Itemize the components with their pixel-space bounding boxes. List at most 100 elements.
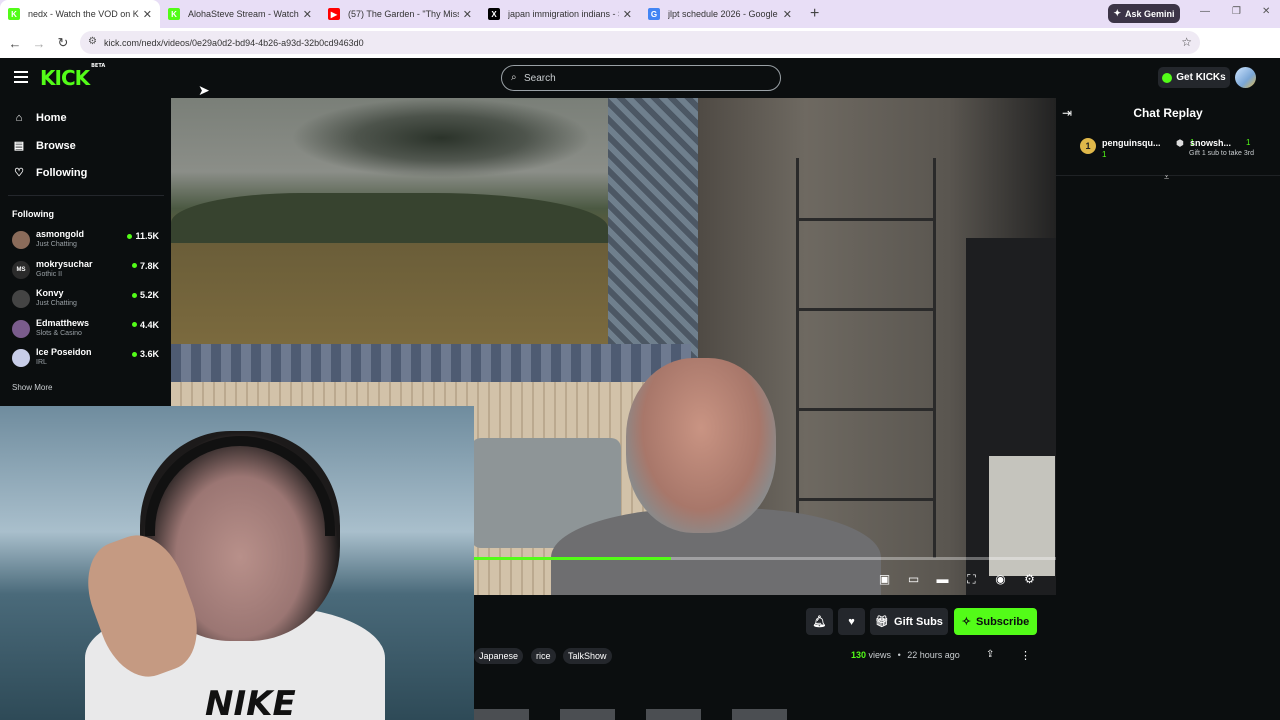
sidebar-item-browse[interactable]: ▤ Browse <box>12 139 76 153</box>
sparkle-icon: ✧ <box>961 616 972 628</box>
vod-thumbnail[interactable] <box>646 709 701 720</box>
settings-icon[interactable]: ⚙ <box>1015 572 1044 587</box>
sidebar-item-following[interactable]: ♡ Following <box>12 166 87 180</box>
tab-favicon-icon: K <box>8 8 20 20</box>
tab-title: nedx - Watch the VOD on Kick <box>28 9 139 19</box>
tab-close-icon[interactable]: ✕ <box>783 8 792 21</box>
autoplay-icon[interactable]: ◉ <box>986 572 1015 587</box>
chat-title: Chat Replay <box>1133 106 1203 120</box>
tab-close-icon[interactable]: ✕ <box>623 8 632 21</box>
top-gifter-card[interactable]: 1 penguinsqu... 1 1 <box>1080 134 1194 164</box>
tag-rice[interactable]: rice <box>531 648 556 664</box>
kick-logo[interactable]: KICK BETA <box>40 63 105 90</box>
site-info-icon[interactable]: ⚙ <box>88 36 97 47</box>
following-heading: Following <box>12 209 54 219</box>
channel-category: Gothic II <box>36 270 63 278</box>
view-count: 130 <box>851 650 867 660</box>
browser-tab[interactable]: Gjlpt schedule 2026 - Google Se ✕ <box>640 0 800 28</box>
reload-icon[interactable]: ↻ <box>51 35 75 51</box>
collapse-chat-icon[interactable]: ⇥ <box>1062 106 1072 120</box>
search-input[interactable]: ⌕ Search <box>501 65 781 91</box>
user-avatar[interactable] <box>1235 67 1256 88</box>
channel-category: Slots & Casino <box>36 329 82 337</box>
restore-icon[interactable]: ❐ <box>1232 6 1241 17</box>
tree-line <box>171 193 608 243</box>
live-dot-icon <box>131 351 137 357</box>
gift-subs-button[interactable]: 🎁︎ Gift Subs <box>870 608 948 635</box>
shirt-logo-text: NIKE <box>205 684 296 720</box>
ask-gemini-button[interactable]: ✦ Ask Gemini <box>1108 4 1180 23</box>
channel-avatar <box>12 231 30 249</box>
follow-heart-button[interactable]: ♥ <box>838 608 865 635</box>
live-dot-icon <box>131 263 137 268</box>
channel-name: mokrysuchar <box>36 258 93 269</box>
tab-close-icon[interactable]: ✕ <box>303 8 312 21</box>
gifter-name: penguinsqu... <box>1102 138 1161 148</box>
mini-player-icon[interactable]: ▬ <box>928 572 957 587</box>
webcam-overlay: NIKE <box>0 406 474 720</box>
followed-channel[interactable]: Edmatthews Slots & Casino 4.4K <box>12 318 162 344</box>
address-bar-row: ← → ↻ ⚙ kick.com/nedx/videos/0e29a0d2-bd… <box>0 28 1280 77</box>
progress-bar[interactable] <box>473 557 1056 560</box>
tag-talkshow[interactable]: TalkShow <box>563 648 612 664</box>
tree-branch <box>291 98 591 178</box>
followed-channel[interactable]: Konvy Just Chatting 5.2K <box>12 288 162 314</box>
tab-title: AlohaSteve Stream - Watch Liv <box>188 9 299 19</box>
vod-thumbnail[interactable] <box>560 709 615 720</box>
get-kicks-label: Get KICKs <box>1176 72 1226 83</box>
second-gifter-card[interactable]: ⬢ snowsh... 1 Gift 1 sub to take 3rd <box>1176 134 1276 164</box>
sidebar-item-label: Home <box>36 112 67 124</box>
vod-thumbnail[interactable] <box>474 709 529 720</box>
browser-tab[interactable]: Xjapan immigration indians - Se ✕ <box>480 0 640 28</box>
metal-shelf <box>796 158 936 558</box>
video-meta: 130 views • 22 hours ago <box>851 650 960 660</box>
channel-name: Konvy <box>36 288 64 298</box>
channel-avatar <box>12 349 30 367</box>
gifter-badge-icon: ⬢ <box>1176 138 1184 148</box>
channel-avatar <box>12 290 30 308</box>
close-window-icon[interactable]: ✕ <box>1262 6 1270 17</box>
share-icon[interactable]: ⇪ <box>986 649 994 660</box>
tag-japanese[interactable]: Japanese <box>474 648 524 664</box>
subscribe-button[interactable]: ✧ Subscribe <box>954 608 1037 635</box>
tab-close-icon[interactable]: ✕ <box>463 8 472 21</box>
theater-icon[interactable]: ▭ <box>899 572 928 587</box>
channel-name: Ice Poseidon <box>36 347 92 357</box>
back-icon[interactable]: ← <box>3 36 27 51</box>
channel-avatar: MS <box>12 260 30 279</box>
hamburger-menu-icon[interactable] <box>14 71 28 86</box>
forward-icon[interactable]: → <box>27 36 51 51</box>
url-field[interactable]: ⚙ kick.com/nedx/videos/0e29a0d2-bd94-4b2… <box>80 31 1200 54</box>
vod-thumbnail[interactable] <box>732 709 787 720</box>
sidebar-item-home[interactable]: ⌂ Home <box>12 112 67 124</box>
tab-favicon-icon: K <box>168 8 180 20</box>
tab-close-icon[interactable]: ✕ <box>143 8 152 21</box>
heart-icon: ♡ <box>14 167 24 179</box>
more-options-icon[interactable]: ⋮ <box>1020 649 1031 662</box>
left-sidebar: ⌂ Home ▤ Browse ♡ Following Following asmongo… <box>0 98 170 406</box>
browser-tab[interactable]: Knedx - Watch the VOD on Kick ✕ <box>0 0 160 28</box>
followed-channel[interactable]: Ice Poseidon IRL 3.6K <box>12 347 162 373</box>
home-icon: ⌂ <box>15 112 23 124</box>
browser-tab[interactable]: K AlohaSteve Stream - Watch Liv ✕ <box>160 0 320 28</box>
notification-bell-button[interactable]: 🔔︎ <box>806 608 833 635</box>
get-kicks-button[interactable]: Get KICKs <box>1158 67 1230 88</box>
live-dot-icon <box>131 292 137 298</box>
live-dot-icon <box>127 233 133 239</box>
tab-favicon-icon: ▶ <box>328 8 340 20</box>
minimize-icon[interactable]: — <box>1200 6 1210 17</box>
viewer-count: 3.6K <box>131 349 159 359</box>
pip-icon[interactable]: ▣ <box>870 572 899 587</box>
bookmark-star-icon[interactable]: ☆ <box>1181 35 1192 49</box>
ask-gemini-label: Ask Gemini <box>1125 8 1175 19</box>
pinned-expand-icon[interactable]: ⩡ <box>1164 172 1169 183</box>
browser-tab[interactable]: ▶ (57) The Garden - "Thy Mission ✕ <box>320 0 480 28</box>
followed-channel[interactable]: asmongold Just Chatting 11.5K <box>12 229 162 255</box>
followed-channel[interactable]: MS mokrysuchar Gothic II 7.8K <box>12 259 162 285</box>
new-tab-button[interactable]: + <box>810 5 819 23</box>
viewer-count: 7.8K <box>131 261 159 271</box>
browse-icon: ▤ <box>13 140 25 152</box>
mouse-cursor-icon: ➤ <box>198 82 210 98</box>
show-more-link[interactable]: Show More <box>12 383 52 392</box>
fullscreen-icon[interactable]: ⛶ <box>957 572 986 587</box>
